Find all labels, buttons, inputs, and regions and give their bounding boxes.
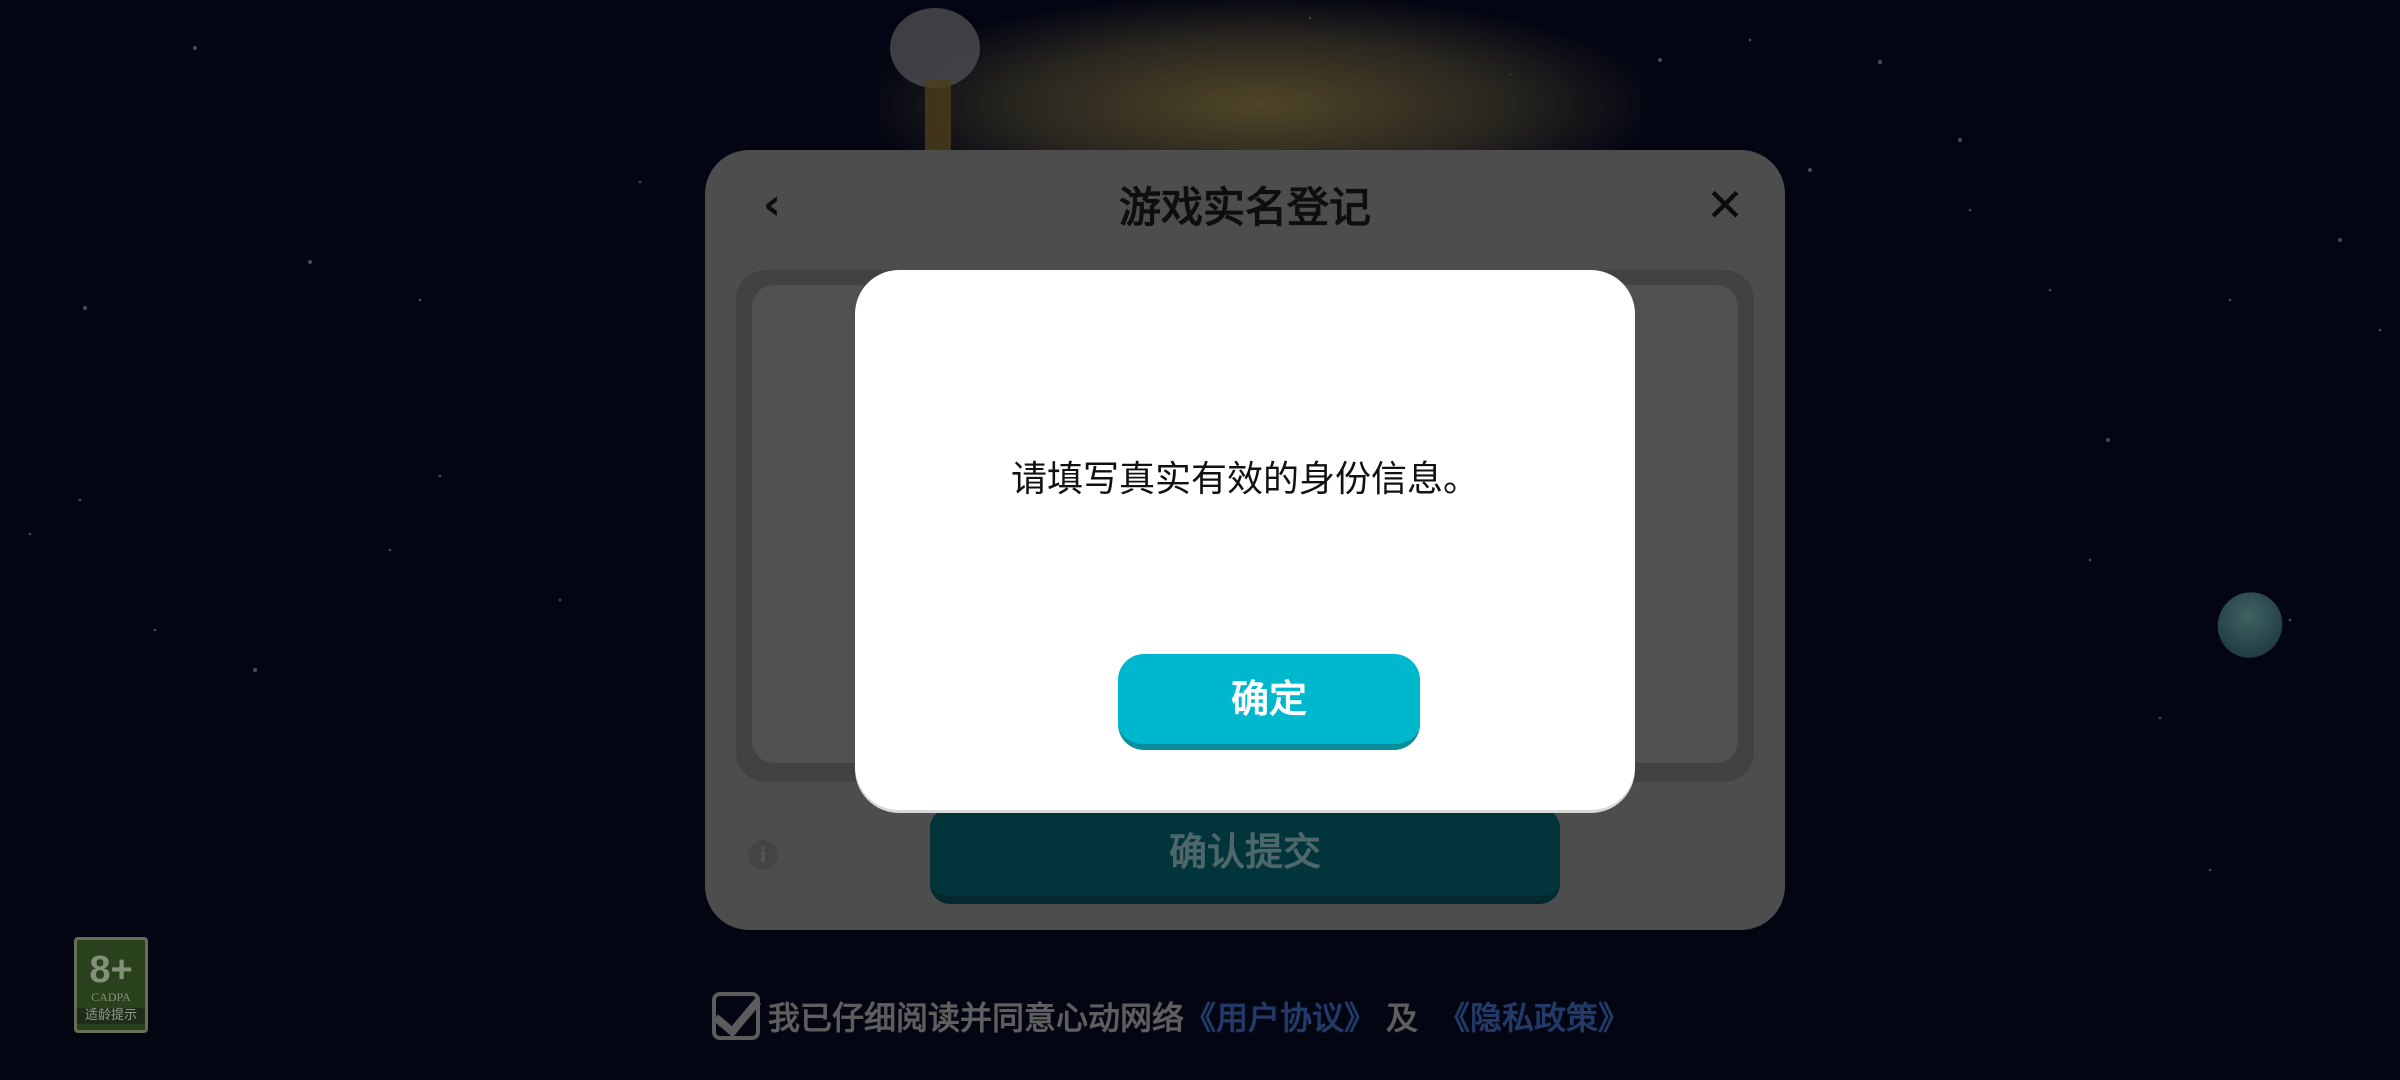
agreement-and: 及 [1386, 999, 1419, 1037]
alert-message: 请填写真实有效的身份信息。 [1010, 459, 1479, 500]
agreement-text: 我已仔细阅读并同意心动网络 [768, 999, 1185, 1037]
agreement-checkbox[interactable] [712, 992, 760, 1040]
confirm-button[interactable]: 确定 [1118, 654, 1420, 750]
user-agreement-link[interactable]: 《用户协议》 [1184, 993, 1376, 1039]
privacy-policy-link[interactable]: 《隐私政策》 [1438, 993, 1630, 1039]
agreement-row: 我已仔细阅读并同意心动网络 《用户协议》 及 《隐私政策》 [712, 988, 1692, 1044]
